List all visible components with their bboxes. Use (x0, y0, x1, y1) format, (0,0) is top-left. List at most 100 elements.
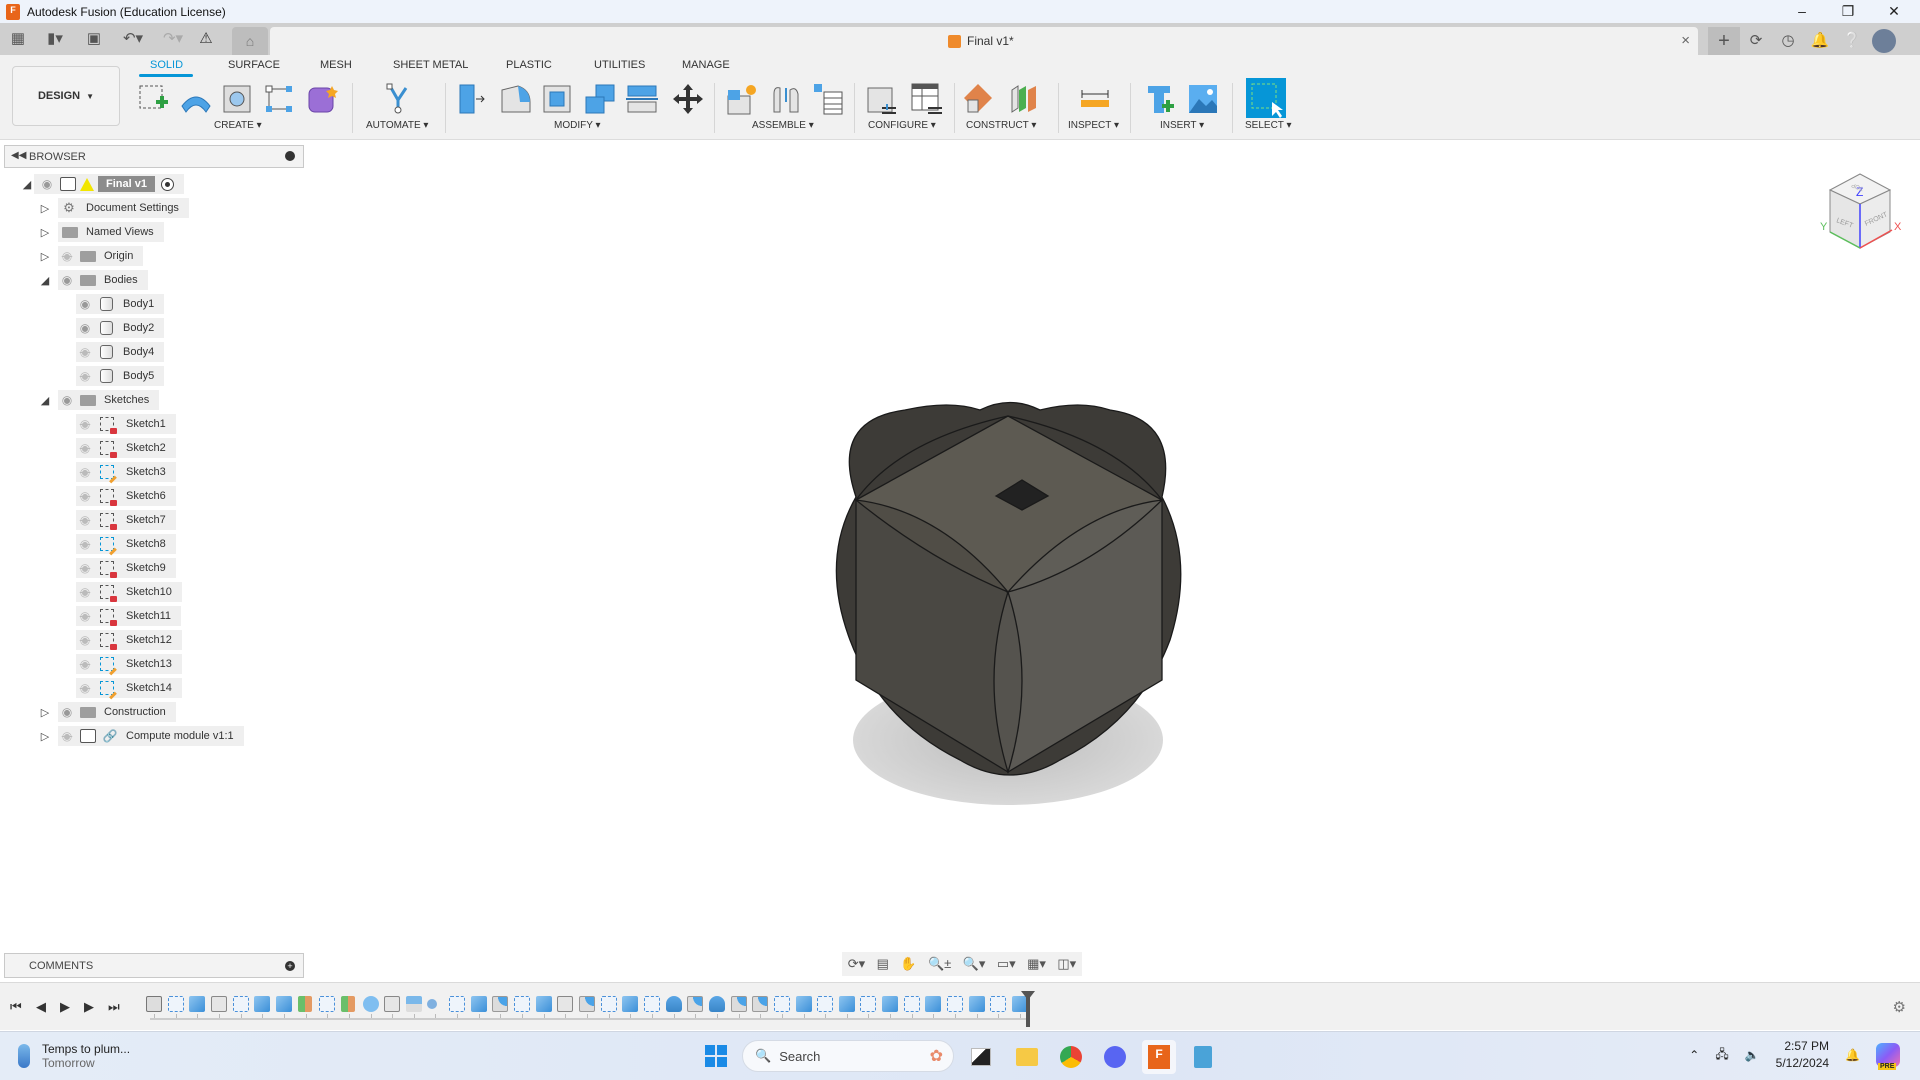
hidden-eye-icon[interactable]: ◉ (76, 657, 94, 671)
insert-canvas-button[interactable] (1186, 82, 1222, 116)
pattern-button[interactable] (262, 82, 298, 116)
hidden-eye-icon[interactable]: ◉ (76, 537, 94, 551)
maximize-button[interactable]: ❐ (1825, 0, 1871, 23)
home-tab[interactable]: ⌂ (232, 27, 268, 55)
fillet-button[interactable] (498, 82, 534, 116)
collapsed-triangle-icon[interactable]: ▷ (38, 250, 52, 263)
revolve-button[interactable] (178, 82, 214, 116)
grid-snaps-icon[interactable]: ▦▾ (1027, 956, 1046, 972)
timeline-feature-fillet[interactable] (731, 996, 747, 1012)
collapsed-triangle-icon[interactable]: ▷ (38, 202, 52, 215)
timeline-feature-sketch[interactable] (168, 996, 184, 1012)
timeline-feature-extrude[interactable] (925, 996, 941, 1012)
notifications-icon[interactable]: 🔔 (1804, 27, 1836, 55)
new-component-button[interactable] (724, 82, 760, 116)
tab-plastic[interactable]: PLASTIC (506, 59, 552, 71)
undo-button[interactable]: ↶▾ (118, 28, 148, 50)
hidden-eye-icon[interactable]: ◉ (76, 633, 94, 647)
timeline-feature-sketch[interactable] (601, 996, 617, 1012)
hidden-eye-icon[interactable]: ◉ (58, 249, 76, 263)
collapse-panel-icon[interactable]: ◀◀ (11, 150, 26, 161)
visibility-eye-icon[interactable]: ◉ (76, 297, 94, 311)
file-menu-button[interactable]: ▮▾ (40, 28, 70, 50)
step-back-icon[interactable]: ◀ (36, 999, 46, 1015)
hidden-eye-icon[interactable]: ◉ (76, 609, 94, 623)
create-sketch-button[interactable] (136, 82, 172, 116)
timeline-feature-revolve[interactable] (709, 996, 725, 1012)
tree-item-sketch[interactable]: ◉ Sketch13 (76, 654, 182, 674)
select-group-label[interactable]: SELECT ▾ (1245, 120, 1292, 131)
timeline-feature-fillet[interactable] (579, 996, 595, 1012)
tree-item-sketch[interactable]: ◉ Sketch2 (76, 438, 176, 458)
hidden-eye-icon[interactable]: ◉ (76, 489, 94, 503)
network-icon[interactable]: 🖧 (1715, 1045, 1728, 1066)
automate-button[interactable] (380, 82, 416, 116)
viewports-icon[interactable]: ◫▾ (1057, 956, 1076, 972)
close-tab-icon[interactable]: × (1681, 32, 1690, 49)
automate-group-label[interactable]: AUTOMATE ▾ (366, 120, 428, 131)
expanded-triangle-icon[interactable]: ◢ (20, 178, 34, 191)
tree-item-sketch[interactable]: ◉ Sketch14 (76, 678, 182, 698)
fusion-taskbar-icon[interactable]: F (1142, 1040, 1176, 1074)
timeline-feature-extrude[interactable] (882, 996, 898, 1012)
tab-mesh[interactable]: MESH (320, 59, 352, 71)
clock[interactable]: 2:57 PM 5/12/2024 (1776, 1038, 1829, 1072)
look-at-icon[interactable]: ▤ (877, 956, 889, 972)
tree-item-body[interactable]: ◉ Body2 (76, 318, 165, 338)
timeline-feature-link[interactable] (146, 996, 162, 1012)
tree-item-sketch[interactable]: ◉ Sketch1 (76, 414, 176, 434)
tree-item-bodies[interactable]: ◢ ◉ Bodies (38, 270, 148, 290)
start-button[interactable] (705, 1045, 727, 1067)
task-view-icon[interactable] (964, 1040, 998, 1074)
visibility-eye-icon[interactable]: ◉ (76, 321, 94, 335)
tree-item-construction[interactable]: ▷ ◉ Construction (38, 702, 176, 722)
root-component-label[interactable]: Final v1 (98, 176, 155, 192)
timeline-feature-extrude[interactable] (189, 996, 205, 1012)
timeline-feature-joint[interactable] (427, 999, 437, 1009)
configure-group-label[interactable]: CONFIGURE ▾ (868, 120, 936, 131)
tree-item-sketch[interactable]: ◉ Sketch10 (76, 582, 182, 602)
viewcube[interactable]: Z Y X LEFT FRONT TOP (1810, 160, 1910, 260)
measure-button[interactable] (1078, 82, 1114, 116)
comments-panel[interactable]: COMMENTS + (4, 953, 304, 978)
split-body-button[interactable] (624, 82, 660, 116)
tab-sheet-metal[interactable]: SHEET METAL (393, 59, 468, 71)
activate-radio[interactable] (160, 177, 174, 191)
plane-at-angle-button[interactable] (962, 82, 998, 116)
discord-icon[interactable] (1098, 1040, 1132, 1074)
timeline-feature-sketch[interactable] (904, 996, 920, 1012)
hidden-eye-icon[interactable]: ◉ (58, 729, 76, 743)
assemble-group-label[interactable]: ASSEMBLE ▾ (752, 120, 814, 131)
hidden-eye-icon[interactable]: ◉ (76, 417, 94, 431)
new-tab-button[interactable]: + (1708, 27, 1740, 55)
volume-icon[interactable]: 🔈 (1745, 1048, 1760, 1062)
browser-minimize-icon[interactable] (285, 151, 295, 161)
create-group-label[interactable]: CREATE ▾ (214, 120, 262, 131)
timeline-feature-extrude[interactable] (796, 996, 812, 1012)
timeline-feature-shell[interactable] (211, 996, 227, 1012)
select-button[interactable] (1246, 78, 1286, 118)
chrome-icon[interactable] (1054, 1040, 1088, 1074)
tree-item-body[interactable]: ◉ Body5 (76, 366, 165, 386)
timeline-feature-sketch[interactable] (860, 996, 876, 1012)
save-icon[interactable]: ▣ (84, 28, 104, 50)
timeline-feature-extrude[interactable] (622, 996, 638, 1012)
file-explorer-icon[interactable] (1010, 1040, 1044, 1074)
tree-item-sketch[interactable]: ◉ Sketch8 (76, 534, 176, 554)
tree-item-sketch[interactable]: ◉ Sketch12 (76, 630, 182, 650)
timeline-feature-extrude[interactable] (254, 996, 270, 1012)
workspace-switcher[interactable]: DESIGN ▼ (12, 66, 120, 126)
tree-item-body[interactable]: ◉ Body4 (76, 342, 165, 362)
show-hidden-icons-chevron-icon[interactable]: ⌃ (1689, 1048, 1699, 1062)
timeline-feature-sketch[interactable] (233, 996, 249, 1012)
timeline-feature-fillet[interactable] (752, 996, 768, 1012)
configure-model-button[interactable] (864, 82, 900, 116)
timeline-feature-sketch[interactable] (449, 996, 465, 1012)
collapsed-triangle-icon[interactable]: ▷ (38, 730, 52, 743)
add-comment-icon[interactable]: + (285, 961, 295, 971)
play-icon[interactable]: ▶ (60, 999, 70, 1015)
timeline-feature-revolve[interactable] (666, 996, 682, 1012)
go-to-end-icon[interactable]: ⏭ (108, 999, 120, 1015)
insert-mcmaster-button[interactable] (1144, 82, 1180, 116)
taskbar-search[interactable]: 🔍 Search ✿ (742, 1040, 954, 1072)
